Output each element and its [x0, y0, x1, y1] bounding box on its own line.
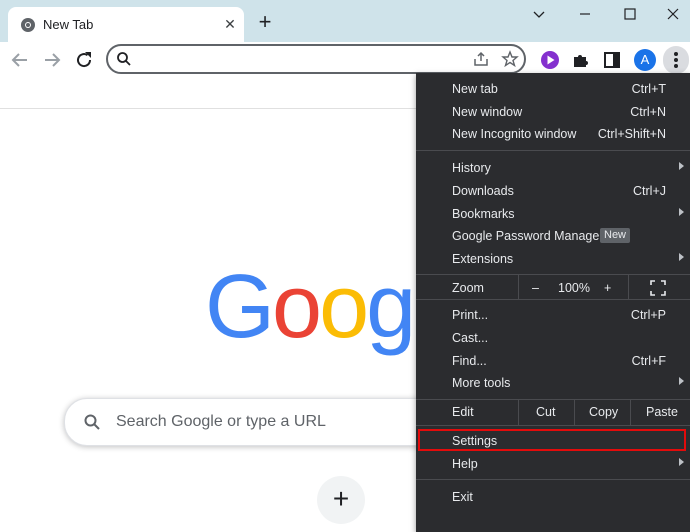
maximize-icon[interactable] — [615, 4, 645, 24]
zoom-level: 100% — [558, 281, 590, 295]
more-menu-icon[interactable] — [663, 46, 689, 74]
paste-button[interactable]: Paste — [646, 405, 678, 419]
extension-play-icon[interactable] — [538, 48, 562, 72]
menu-item-new-incognito[interactable]: New Incognito window Ctrl+Shift+N — [416, 123, 690, 145]
menu-shortcut: Ctrl+N — [630, 105, 666, 119]
menu-shortcut: Ctrl+P — [630, 308, 666, 322]
menu-item-bookmarks[interactable]: Bookmarks — [416, 203, 690, 225]
edit-divider — [574, 400, 575, 425]
address-input[interactable] — [140, 50, 464, 70]
title-bar: New Tab ✕ + — [0, 0, 690, 42]
submenu-arrow-icon — [679, 253, 684, 261]
menu-separator — [416, 150, 690, 151]
menu-label: New Incognito window — [452, 127, 577, 141]
zoom-out-button[interactable]: – — [532, 281, 539, 295]
menu-label: Help — [452, 457, 478, 471]
submenu-arrow-icon — [679, 208, 684, 216]
settings-highlight-box — [418, 429, 686, 451]
chrome-menu: New tab Ctrl+T New window Ctrl+N New Inc… — [416, 73, 690, 532]
close-window-icon[interactable] — [658, 4, 688, 24]
google-logo: Goog — [205, 257, 416, 357]
menu-separator — [416, 274, 690, 275]
menu-label: Exit — [452, 490, 473, 504]
close-tab-icon[interactable]: ✕ — [220, 14, 240, 34]
tab-search-icon[interactable] — [524, 4, 554, 24]
submenu-arrow-icon — [679, 377, 684, 385]
search-icon — [117, 52, 131, 66]
menu-label: Print... — [452, 308, 489, 322]
menu-shortcut: Ctrl+Shift+N — [597, 127, 666, 141]
menu-item-cast[interactable]: Cast... — [416, 327, 690, 349]
cut-button[interactable]: Cut — [536, 405, 555, 419]
edit-divider — [518, 400, 519, 425]
menu-separator — [416, 399, 690, 400]
forward-icon[interactable] — [40, 48, 64, 72]
profile-avatar[interactable]: A — [634, 49, 656, 71]
menu-shortcut: Ctrl+F — [631, 354, 666, 368]
menu-item-extensions[interactable]: Extensions — [416, 248, 690, 270]
menu-label: Cast... — [452, 331, 489, 345]
menu-item-downloads[interactable]: Downloads Ctrl+J — [416, 180, 690, 202]
menu-shortcut: Ctrl+T — [631, 82, 666, 96]
share-icon[interactable] — [472, 50, 490, 68]
menu-item-help[interactable]: Help — [416, 453, 690, 475]
menu-separator — [416, 299, 690, 300]
menu-shortcut: Ctrl+J — [633, 184, 666, 198]
menu-label: Bookmarks — [452, 207, 515, 221]
chrome-icon — [21, 18, 35, 32]
menu-item-password-manager[interactable]: Google Password Manager New — [416, 225, 690, 247]
back-icon[interactable] — [8, 48, 32, 72]
fullscreen-icon[interactable] — [650, 280, 666, 296]
zoom-label: Zoom — [452, 281, 484, 295]
menu-item-print[interactable]: Print... Ctrl+P — [416, 304, 690, 326]
copy-button[interactable]: Copy — [589, 405, 618, 419]
menu-separator — [416, 479, 690, 480]
new-tab-button[interactable]: + — [253, 11, 277, 35]
menu-item-exit[interactable]: Exit — [416, 486, 690, 508]
menu-zoom-row: Zoom – 100% + — [416, 277, 690, 299]
menu-item-more-tools[interactable]: More tools — [416, 372, 690, 394]
bookmark-star-icon[interactable] — [501, 50, 519, 68]
tab-new-tab[interactable]: New Tab ✕ — [8, 7, 244, 42]
search-placeholder: Search Google or type a URL — [116, 413, 326, 430]
reload-icon[interactable] — [72, 48, 96, 72]
add-shortcut-button[interactable]: + — [317, 476, 365, 524]
menu-label: New tab — [452, 82, 498, 96]
menu-item-history[interactable]: History — [416, 157, 690, 179]
extensions-puzzle-icon[interactable] — [569, 48, 593, 72]
menu-label: Find... — [452, 354, 487, 368]
submenu-arrow-icon — [679, 458, 684, 466]
menu-item-find[interactable]: Find... Ctrl+F — [416, 350, 690, 372]
zoom-in-button[interactable]: + — [604, 281, 611, 295]
submenu-arrow-icon — [679, 162, 684, 170]
minimize-icon[interactable] — [570, 4, 600, 24]
menu-label: Downloads — [452, 184, 514, 198]
zoom-divider — [518, 275, 519, 299]
menu-item-new-window[interactable]: New window Ctrl+N — [416, 101, 690, 123]
address-bar[interactable] — [106, 44, 526, 74]
zoom-divider — [628, 275, 629, 299]
menu-label: Google Password Manager — [452, 229, 604, 243]
menu-label: More tools — [452, 376, 511, 390]
menu-separator — [416, 425, 690, 426]
menu-label: History — [452, 161, 491, 175]
menu-item-new-tab[interactable]: New tab Ctrl+T — [416, 78, 690, 100]
tab-title: New Tab — [43, 17, 94, 32]
edit-divider — [630, 400, 631, 425]
search-icon — [84, 414, 100, 430]
menu-label: New window — [452, 105, 523, 119]
menu-edit-row: Edit Cut Copy Paste — [416, 401, 690, 423]
edit-label: Edit — [452, 405, 474, 419]
menu-label: Extensions — [452, 252, 514, 266]
new-badge: New — [600, 228, 631, 243]
side-panel-icon[interactable] — [600, 48, 624, 72]
